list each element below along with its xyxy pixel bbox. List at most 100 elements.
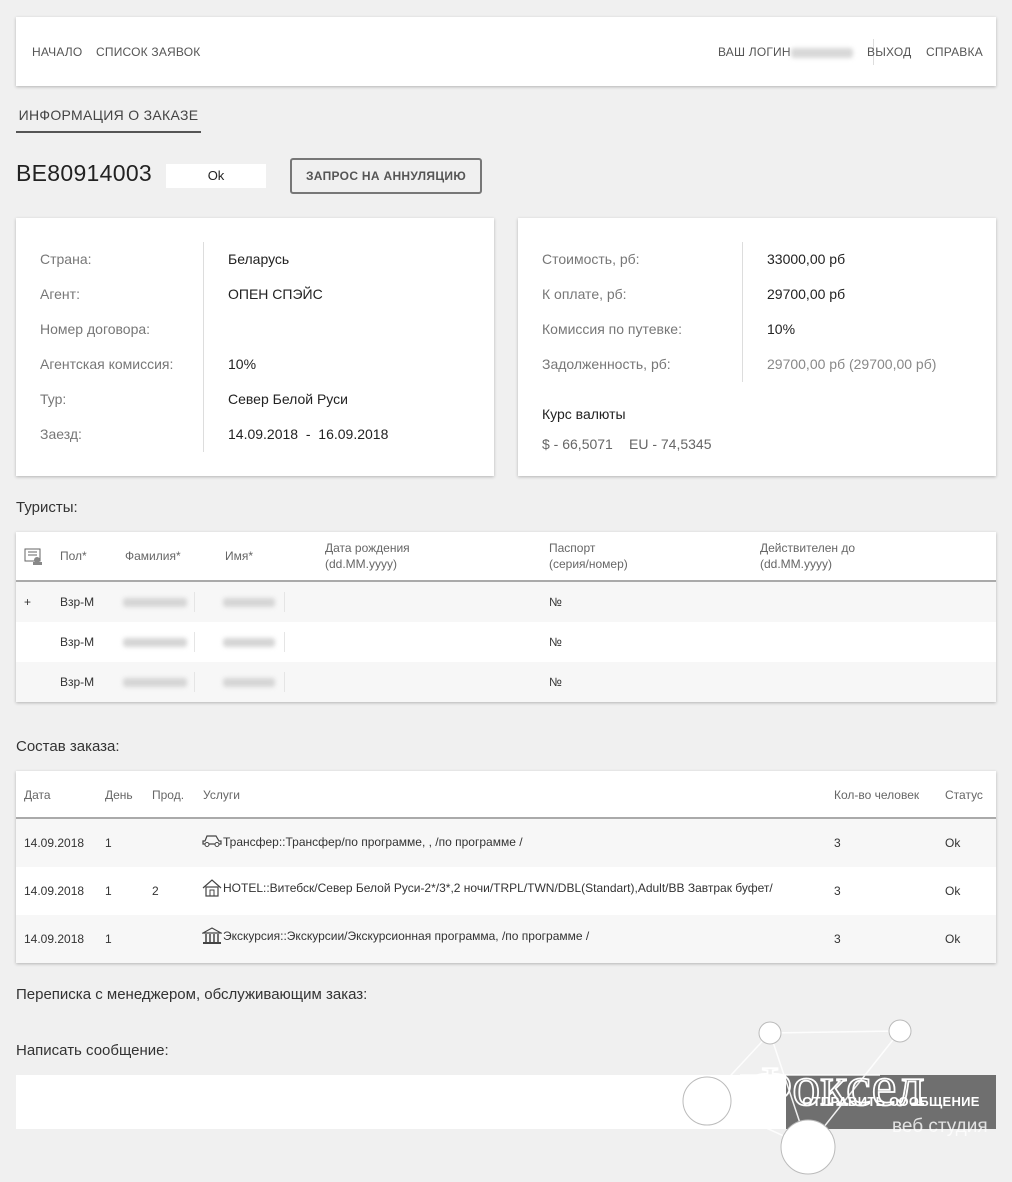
col-valid: Действителен до (dd.MM.yyyy) [760, 540, 855, 572]
debt-label: Задолженность, рб: [542, 356, 671, 372]
col-valid-title: Действителен до [760, 541, 856, 555]
exchange-rate-title: Курс валюты [542, 406, 626, 422]
service-description: Экскурсия::Экскурсии/Экскурсионная прогр… [223, 929, 590, 943]
contract-label: Номер договора: [40, 321, 151, 337]
col-date: Дата [24, 788, 51, 802]
table-row[interactable]: 14.09.2018 1 2 HOTEL::Витебск/Север Бело… [16, 867, 996, 915]
composition-table: Дата День Прод. Услуги Кол-во человек Ст… [16, 771, 996, 963]
service-status: Ok [945, 932, 961, 946]
nav-orders-link[interactable]: СПИСОК ЗАЯВОК [96, 45, 200, 59]
user-login: ВАШ ЛОГИН [718, 45, 853, 59]
agent-commission-value: 10% [228, 356, 257, 372]
tourist-name-redacted [223, 678, 275, 687]
expand-toggle[interactable]: + [24, 595, 31, 609]
write-message-title: Написать сообщение: [16, 1042, 169, 1059]
tour-label: Тур: [40, 391, 67, 407]
tourist-name-redacted [223, 638, 275, 647]
finance-card: Стоимость, рб: 33000,00 рб К оплате, рб:… [518, 218, 996, 476]
service-date: 14.09.2018 [24, 932, 85, 946]
tourist-sex: Взр-М [60, 595, 95, 609]
composition-title: Состав заказа: [16, 738, 120, 755]
login-label: ВАШ ЛОГИН [718, 45, 791, 59]
tourists-table-header: Пол* Фамилия* Имя* Дата рождения (dd.MM.y… [16, 532, 996, 582]
service-people: 3 [834, 836, 841, 850]
col-passport-title: Паспорт [549, 541, 596, 555]
order-number: BE80914003 [16, 160, 153, 186]
cost-value: 33000,00 рб [767, 251, 846, 267]
cancel-request-button[interactable]: ЗАПРОС НА АННУЛЯЦИЮ [290, 158, 482, 194]
col-birth-format: (dd.MM.yyyy) [325, 557, 397, 571]
service-duration: 2 [152, 884, 159, 898]
table-row[interactable]: + Взр-М № [16, 582, 996, 622]
service-description: Трансфер::Трансфер/по программе, , /по п… [223, 835, 523, 849]
tour-commission-value: 10% [767, 321, 796, 337]
correspondence-title: Переписка с менеджером, обслуживающим за… [16, 986, 368, 1003]
tourist-card-icon[interactable] [24, 548, 44, 570]
nav-home-link[interactable]: НАЧАЛО [32, 45, 82, 59]
composition-table-header: Дата День Прод. Услуги Кол-во человек Ст… [16, 771, 996, 819]
tourist-surname-redacted [123, 638, 187, 647]
col-birth: Дата рождения (dd.MM.yyyy) [325, 540, 410, 572]
agent-label: Агент: [40, 286, 80, 302]
tab-order-info[interactable]: ИНФОРМАЦИЯ О ЗАКАЗЕ [16, 100, 201, 133]
tour-commission-label: Комиссия по путевке: [542, 321, 682, 337]
col-passport-format: (серия/номер) [549, 557, 628, 571]
cell-divider [194, 672, 195, 692]
checkin-value: 14.09.2018 - 16.09.2018 [228, 426, 389, 442]
eur-rate: EU - 74,5345 [629, 436, 712, 452]
service-date: 14.09.2018 [24, 836, 85, 850]
tourist-surname-redacted [123, 598, 187, 607]
cell-divider [284, 672, 285, 692]
tourist-passport: № [549, 595, 562, 609]
car-icon [202, 833, 222, 850]
col-people: Кол-во человек [834, 788, 920, 802]
col-day: День [105, 788, 133, 802]
table-row[interactable]: 14.09.2018 1 Трансфер::Трансфер/по прогр… [16, 819, 996, 867]
museum-icon [200, 927, 224, 948]
cell-divider [284, 592, 285, 612]
tourist-name-redacted [223, 598, 275, 607]
service-description: HOTEL::Витебск/Север Белой Руси-2*/3*,2 … [223, 881, 773, 895]
login-value-redacted [790, 47, 853, 58]
service-date: 14.09.2018 [24, 884, 85, 898]
col-name: Имя* [225, 549, 254, 563]
usd-rate: $ - 66,5071 [542, 436, 613, 452]
tourist-passport: № [549, 675, 562, 689]
table-row[interactable]: Взр-М № [16, 622, 996, 662]
service-status: Ok [945, 884, 961, 898]
col-duration: Прод. [152, 788, 185, 802]
service-status: Ok [945, 836, 961, 850]
agent-commission-label: Агентская комиссия: [40, 356, 174, 372]
cell-divider [194, 592, 195, 612]
send-message-button[interactable]: ОТПРАВИТЬ СООБЩЕНИЕ [786, 1075, 996, 1129]
col-sex: Пол* [60, 549, 87, 563]
table-row[interactable]: Взр-М № [16, 662, 996, 702]
tourist-surname-redacted [123, 678, 187, 687]
col-surname: Фамилия* [125, 549, 181, 563]
nav-logout-link[interactable]: ВЫХОД [867, 45, 911, 59]
order-info-card: Страна: Беларусь Агент: ОПЕН СПЭЙС Номер… [16, 218, 494, 476]
service-day: 1 [105, 884, 112, 898]
cell-divider [284, 632, 285, 652]
service-people: 3 [834, 884, 841, 898]
to-pay-value: 29700,00 рб [767, 286, 846, 302]
col-valid-format: (dd.MM.yyyy) [760, 557, 832, 571]
tourist-passport: № [549, 635, 562, 649]
tourists-table: Пол* Фамилия* Имя* Дата рождения (dd.MM.y… [16, 532, 996, 702]
column-divider [742, 242, 743, 382]
country-label: Страна: [40, 251, 92, 267]
nav-help-link[interactable]: СПРАВКА [926, 45, 983, 59]
col-birth-title: Дата рождения [325, 541, 410, 555]
table-row[interactable]: 14.09.2018 1 Экскурсия::Экскурсии/Экскур… [16, 915, 996, 963]
tourist-sex: Взр-М [60, 635, 95, 649]
agent-value: ОПЕН СПЭЙС [228, 286, 323, 302]
tourist-sex: Взр-М [60, 675, 95, 689]
country-value: Беларусь [228, 251, 290, 267]
checkin-label: Заезд: [40, 426, 82, 442]
debt-value: 29700,00 рб (29700,00 рб) [767, 356, 937, 372]
order-status: Ok [166, 164, 266, 188]
col-passport: Паспорт (серия/номер) [549, 540, 628, 572]
service-day: 1 [105, 836, 112, 850]
cost-label: Стоимость, рб: [542, 251, 640, 267]
service-day: 1 [105, 932, 112, 946]
